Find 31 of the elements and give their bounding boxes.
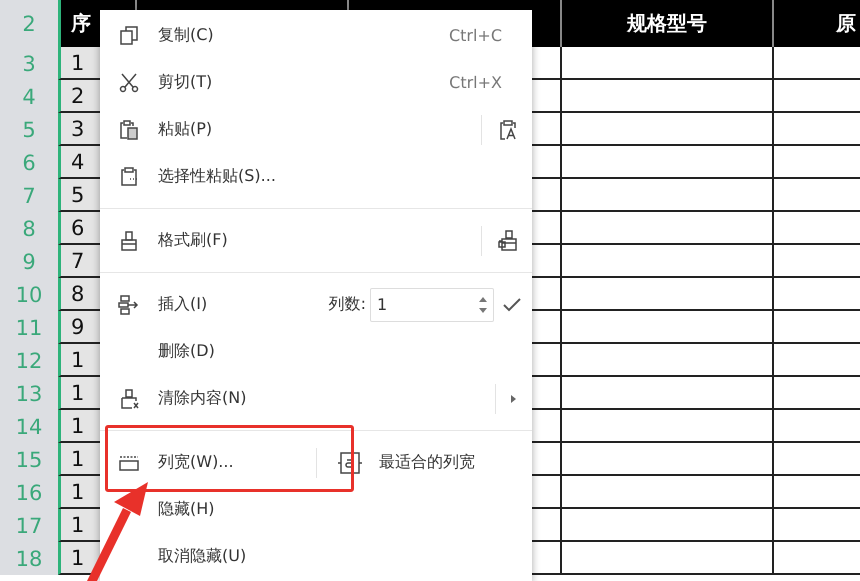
row-header[interactable]: 4: [0, 80, 58, 113]
scissors-icon: [117, 70, 141, 94]
row-header[interactable]: 9: [0, 245, 58, 278]
submenu-arrow-icon: [510, 394, 516, 402]
count-field[interactable]: 1: [370, 288, 494, 322]
row-header[interactable]: 11: [0, 311, 58, 344]
row-header[interactable]: 15: [0, 443, 58, 476]
spinner-icon[interactable]: [479, 296, 487, 312]
column-header: 规格型号: [560, 0, 772, 47]
check-icon[interactable]: [502, 296, 522, 312]
row-header[interactable]: 8: [0, 212, 58, 245]
brush-icon: [496, 228, 520, 252]
row-header[interactable]: 6: [0, 146, 58, 179]
count-label: 列数:: [328, 294, 366, 315]
row-header[interactable]: 17: [0, 509, 58, 542]
shortcut-label: Ctrl+C: [448, 26, 502, 45]
autofit-option[interactable]: 最适合的列宽: [337, 450, 475, 474]
row-header[interactable]: 12: [0, 344, 58, 377]
autofit-icon: [337, 450, 363, 474]
insert-icon: [117, 292, 141, 316]
column-header: 原: [772, 0, 860, 47]
row-header[interactable]: 5: [0, 113, 58, 146]
row-header[interactable]: 7: [0, 179, 58, 212]
row-header[interactable]: 10: [0, 278, 58, 311]
row-header[interactable]: 14: [0, 410, 58, 443]
row-header[interactable]: 3: [0, 47, 58, 80]
row-header[interactable]: 2: [0, 0, 58, 47]
row-header[interactable]: 13: [0, 377, 58, 410]
row-header[interactable]: 18: [0, 542, 58, 575]
shortcut-label: Ctrl+X: [449, 73, 502, 92]
row-header[interactable]: 16: [0, 476, 58, 509]
